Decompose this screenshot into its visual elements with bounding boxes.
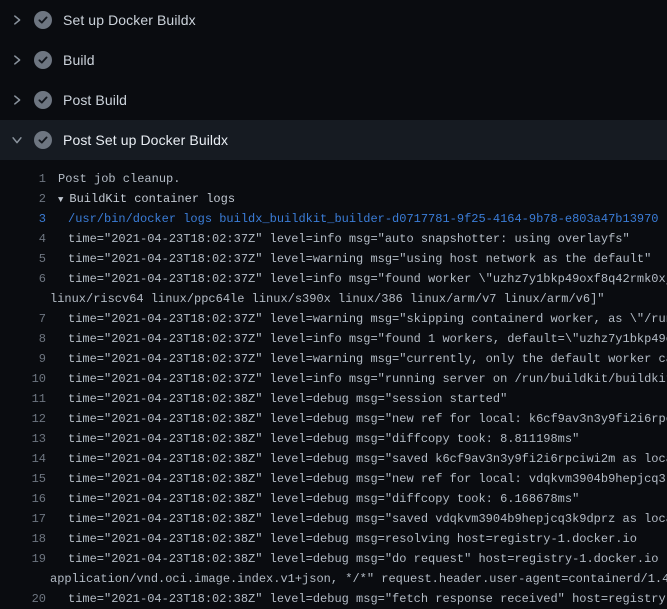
log-row: 17time="2021-04-23T18:02:38Z" level=debu…	[0, 509, 667, 529]
log-text: time="2021-04-23T18:02:37Z" level=warnin…	[46, 349, 667, 369]
log-row: 4time="2021-04-23T18:02:37Z" level=info …	[0, 229, 667, 249]
log-text: time="2021-04-23T18:02:38Z" level=debug …	[46, 409, 667, 429]
line-number[interactable]: 18	[0, 529, 46, 549]
chevron-right-icon[interactable]	[9, 92, 25, 108]
step-label: Build	[63, 52, 95, 68]
line-number[interactable]: 8	[0, 329, 46, 349]
line-number[interactable]: 16	[0, 489, 46, 509]
log-row: 1Post job cleanup.	[0, 169, 667, 189]
line-number[interactable]: 10	[0, 369, 46, 389]
log-row: 9time="2021-04-23T18:02:37Z" level=warni…	[0, 349, 667, 369]
log-row: 10time="2021-04-23T18:02:37Z" level=info…	[0, 369, 667, 389]
log-text: time="2021-04-23T18:02:37Z" level=warnin…	[46, 309, 667, 329]
line-number	[0, 289, 46, 309]
log-row: 6time="2021-04-23T18:02:37Z" level=info …	[0, 269, 667, 289]
log-text: Post job cleanup.	[46, 169, 180, 189]
line-number[interactable]: 17	[0, 509, 46, 529]
step-header-post-set-up-docker-buildx[interactable]: Post Set up Docker Buildx	[0, 120, 667, 160]
log-row: 12time="2021-04-23T18:02:38Z" level=debu…	[0, 409, 667, 429]
log-row: 2 ▼ BuildKit container logs	[0, 189, 667, 209]
log-row: 5time="2021-04-23T18:02:37Z" level=warni…	[0, 249, 667, 269]
log-row: 18time="2021-04-23T18:02:38Z" level=debu…	[0, 529, 667, 549]
log-text: time="2021-04-23T18:02:38Z" level=debug …	[46, 509, 667, 529]
line-number[interactable]: 2	[0, 189, 46, 209]
line-number[interactable]: 6	[0, 269, 46, 289]
step-header-post-build[interactable]: Post Build	[0, 80, 667, 120]
log-text: time="2021-04-23T18:02:38Z" level=debug …	[46, 429, 579, 449]
log-text: time="2021-04-23T18:02:38Z" level=debug …	[46, 589, 667, 609]
log-viewer: 1Post job cleanup.2 ▼ BuildKit container l…	[0, 160, 667, 609]
line-number[interactable]: 20	[0, 589, 46, 609]
status-check-circle-icon	[34, 91, 52, 109]
log-row: 11time="2021-04-23T18:02:38Z" level=debu…	[0, 389, 667, 409]
log-text: time="2021-04-23T18:02:38Z" level=debug …	[46, 449, 667, 469]
log-row: 8time="2021-04-23T18:02:37Z" level=info …	[0, 329, 667, 349]
line-number[interactable]: 19	[0, 549, 46, 569]
chevron-down-icon[interactable]	[9, 132, 25, 148]
line-number[interactable]: 7	[0, 309, 46, 329]
line-number	[0, 569, 46, 589]
log-row: 15time="2021-04-23T18:02:38Z" level=debu…	[0, 469, 667, 489]
log-command-text: /usr/bin/docker logs buildx_buildkit_bui…	[46, 209, 659, 229]
line-number[interactable]: 9	[0, 349, 46, 369]
log-row: 14time="2021-04-23T18:02:38Z" level=debu…	[0, 449, 667, 469]
line-number[interactable]: 13	[0, 429, 46, 449]
log-text: linux/riscv64 linux/ppc64le linux/s390x …	[46, 289, 605, 309]
line-number[interactable]: 15	[0, 469, 46, 489]
log-row: 16time="2021-04-23T18:02:38Z" level=debu…	[0, 489, 667, 509]
line-number[interactable]: 4	[0, 229, 46, 249]
status-check-circle-icon	[34, 51, 52, 69]
log-row: linux/riscv64 linux/ppc64le linux/s390x …	[0, 289, 667, 309]
log-text: time="2021-04-23T18:02:38Z" level=debug …	[46, 549, 667, 569]
log-row: 7time="2021-04-23T18:02:37Z" level=warni…	[0, 309, 667, 329]
log-text: time="2021-04-23T18:02:37Z" level=info m…	[46, 369, 667, 389]
group-title[interactable]: BuildKit container logs	[69, 192, 235, 206]
log-text: time="2021-04-23T18:02:38Z" level=debug …	[46, 389, 507, 409]
log-text: time="2021-04-23T18:02:37Z" level=info m…	[46, 229, 630, 249]
log-text: time="2021-04-23T18:02:38Z" level=debug …	[46, 529, 637, 549]
step-label: Set up Docker Buildx	[63, 12, 196, 28]
status-check-circle-icon	[34, 131, 52, 149]
log-text: time="2021-04-23T18:02:37Z" level=info m…	[46, 329, 667, 349]
line-number[interactable]: 1	[0, 169, 46, 189]
log-row: 13time="2021-04-23T18:02:38Z" level=debu…	[0, 429, 667, 449]
log-text: application/vnd.oci.image.index.v1+json,…	[46, 569, 667, 589]
chevron-right-icon[interactable]	[9, 12, 25, 28]
step-header-set-up-docker-buildx[interactable]: Set up Docker Buildx	[0, 0, 667, 40]
step-label: Post Set up Docker Buildx	[63, 132, 228, 148]
log-row: application/vnd.oci.image.index.v1+json,…	[0, 569, 667, 589]
log-row: 20time="2021-04-23T18:02:38Z" level=debu…	[0, 589, 667, 609]
log-text: time="2021-04-23T18:02:38Z" level=debug …	[46, 489, 579, 509]
step-header-build[interactable]: Build	[0, 40, 667, 80]
log-text: time="2021-04-23T18:02:37Z" level=warnin…	[46, 249, 651, 269]
line-number[interactable]: 11	[0, 389, 46, 409]
line-number[interactable]: 5	[0, 249, 46, 269]
group-toggle-icon[interactable]: ▼	[58, 195, 63, 205]
log-text: ▼ BuildKit container logs	[46, 189, 235, 209]
log-row: 19time="2021-04-23T18:02:38Z" level=debu…	[0, 549, 667, 569]
log-text: time="2021-04-23T18:02:38Z" level=debug …	[46, 469, 667, 489]
step-list: Set up Docker Buildx Build Post Build Post …	[0, 0, 667, 160]
chevron-right-icon[interactable]	[9, 52, 25, 68]
line-number[interactable]: 12	[0, 409, 46, 429]
log-row: 3/usr/bin/docker logs buildx_buildkit_bu…	[0, 209, 667, 229]
status-check-circle-icon	[34, 11, 52, 29]
line-number[interactable]: 3	[0, 209, 46, 229]
log-text: time="2021-04-23T18:02:37Z" level=info m…	[46, 269, 667, 289]
line-number[interactable]: 14	[0, 449, 46, 469]
step-label: Post Build	[63, 92, 127, 108]
